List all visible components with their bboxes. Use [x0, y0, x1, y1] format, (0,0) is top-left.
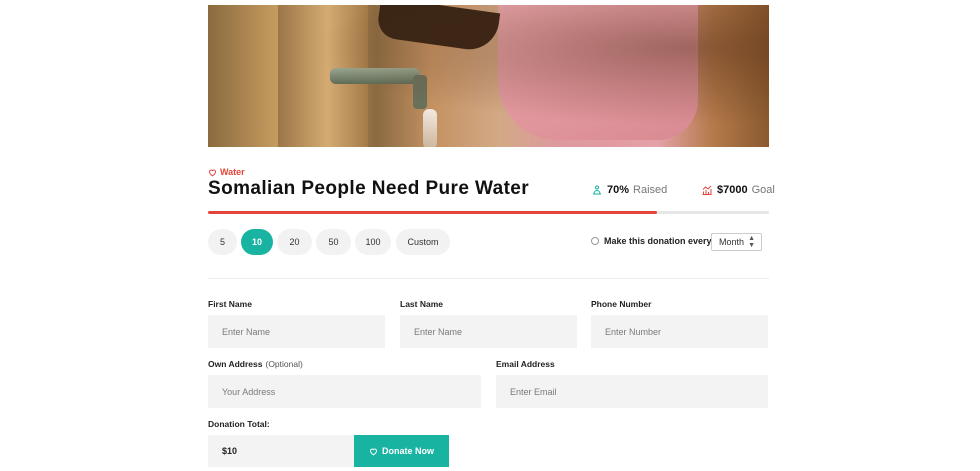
goal-label: Goal: [751, 184, 775, 196]
email-label: Email Address: [496, 359, 555, 369]
address-field[interactable]: [208, 375, 481, 408]
donation-progress-fill: [208, 211, 657, 214]
recurring-label: Make this donation every: [604, 236, 712, 246]
raised-label: Raised: [633, 184, 668, 196]
heart-icon: [209, 169, 216, 176]
recurring-radio[interactable]: [591, 237, 599, 245]
last-name-field[interactable]: [400, 315, 577, 348]
frequency-select[interactable]: Month ▲ ▼: [711, 233, 762, 251]
raised-value: 70%: [607, 184, 630, 196]
cause-category-label: Water: [220, 167, 245, 177]
address-label-text: Own Address: [208, 359, 263, 369]
donation-total-label: Donation Total:: [208, 419, 270, 429]
goal-chart-icon: [702, 185, 712, 195]
donate-now-button[interactable]: Donate Now: [354, 435, 449, 467]
donation-total-value: $10: [208, 435, 354, 467]
raised-icon: [593, 185, 601, 195]
amount-50-button[interactable]: 50: [316, 229, 351, 255]
heart-icon: [369, 448, 377, 455]
amount-10-button[interactable]: 10: [241, 229, 273, 255]
cause-title: Somalian People Need Pure Water: [208, 178, 530, 199]
phone-field[interactable]: [591, 315, 768, 348]
address-optional-text: (Optional): [265, 359, 303, 369]
address-label: Own Address (Optional): [208, 359, 303, 369]
amount-100-button[interactable]: 100: [355, 229, 391, 255]
donate-now-label: Donate Now: [381, 446, 434, 456]
cause-category[interactable]: Water: [208, 167, 245, 177]
first-name-label: First Name: [208, 299, 252, 309]
phone-label: Phone Number: [591, 299, 652, 309]
goal-stat: $7000 Goal: [701, 184, 775, 196]
frequency-value: Month: [719, 237, 745, 247]
recurring-option[interactable]: Make this donation every: [591, 236, 712, 246]
amount-custom-button[interactable]: Custom: [396, 229, 450, 255]
cause-hero-image: [208, 5, 769, 147]
raised-stat: 70% Raised: [591, 184, 667, 196]
divider: [208, 278, 769, 279]
select-arrows-icon: ▲ ▼: [748, 235, 755, 249]
goal-value: $7000: [717, 184, 748, 196]
amount-5-button[interactable]: 5: [208, 229, 237, 255]
last-name-label: Last Name: [400, 299, 443, 309]
email-field[interactable]: [496, 375, 768, 408]
donation-progress-bar: [208, 211, 769, 214]
first-name-field[interactable]: [208, 315, 385, 348]
amount-20-button[interactable]: 20: [277, 229, 312, 255]
